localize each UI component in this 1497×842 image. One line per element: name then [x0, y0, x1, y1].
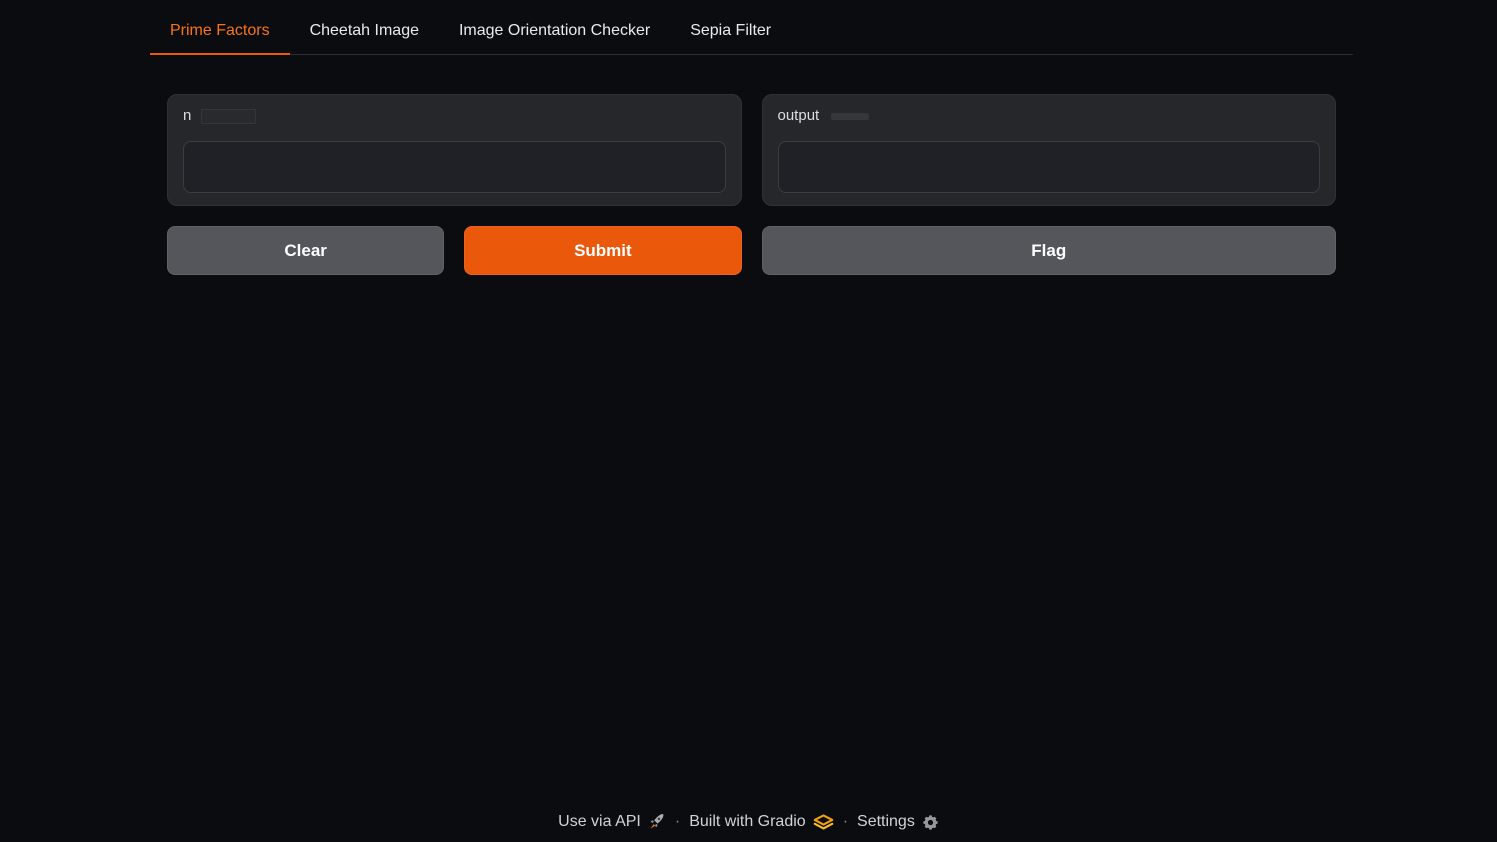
- use-via-api-link[interactable]: Use via API: [558, 813, 666, 831]
- tab-cheetah-image[interactable]: Cheetah Image: [290, 8, 439, 55]
- input-label: n: [183, 106, 191, 126]
- footer: Use via API · Built with Gradio · Settin…: [0, 813, 1497, 831]
- built-with-gradio-label: Built with Gradio: [689, 813, 806, 831]
- tab-prime-factors[interactable]: Prime Factors: [150, 8, 290, 55]
- clear-button[interactable]: Clear: [167, 226, 444, 275]
- io-row: n output: [167, 94, 1336, 206]
- gradio-logo-icon: [813, 814, 834, 830]
- gradio-app: Prime Factors Cheetah Image Image Orient…: [150, 8, 1353, 275]
- gear-icon: [922, 814, 939, 831]
- input-label-row: n: [183, 106, 726, 126]
- label-ghost: [201, 109, 256, 124]
- footer-separator: ·: [675, 813, 680, 831]
- settings-link[interactable]: Settings: [857, 813, 939, 831]
- output-label-row: output: [778, 106, 1321, 126]
- actions-row: Clear Submit Flag: [167, 226, 1336, 275]
- output-label: output: [778, 106, 820, 126]
- submit-button[interactable]: Submit: [464, 226, 741, 275]
- footer-separator: ·: [843, 813, 848, 831]
- tab-panel-prime-factors: n output Clear Submit Flag: [150, 94, 1353, 275]
- clear-submit-group: Clear Submit: [167, 226, 742, 275]
- tab-bar: Prime Factors Cheetah Image Image Orient…: [150, 8, 1353, 55]
- built-with-gradio-link[interactable]: Built with Gradio: [689, 813, 834, 831]
- tab-image-orientation-checker[interactable]: Image Orientation Checker: [439, 8, 670, 55]
- n-number-input[interactable]: [183, 141, 726, 193]
- output-panel: output: [762, 94, 1337, 206]
- use-via-api-label: Use via API: [558, 813, 641, 831]
- flag-button[interactable]: Flag: [762, 226, 1337, 275]
- output-textbox[interactable]: [778, 141, 1321, 193]
- rocket-icon: [648, 813, 666, 831]
- label-ghost: [831, 113, 869, 120]
- settings-label: Settings: [857, 813, 915, 831]
- tab-sepia-filter[interactable]: Sepia Filter: [670, 8, 791, 55]
- input-panel: n: [167, 94, 742, 206]
